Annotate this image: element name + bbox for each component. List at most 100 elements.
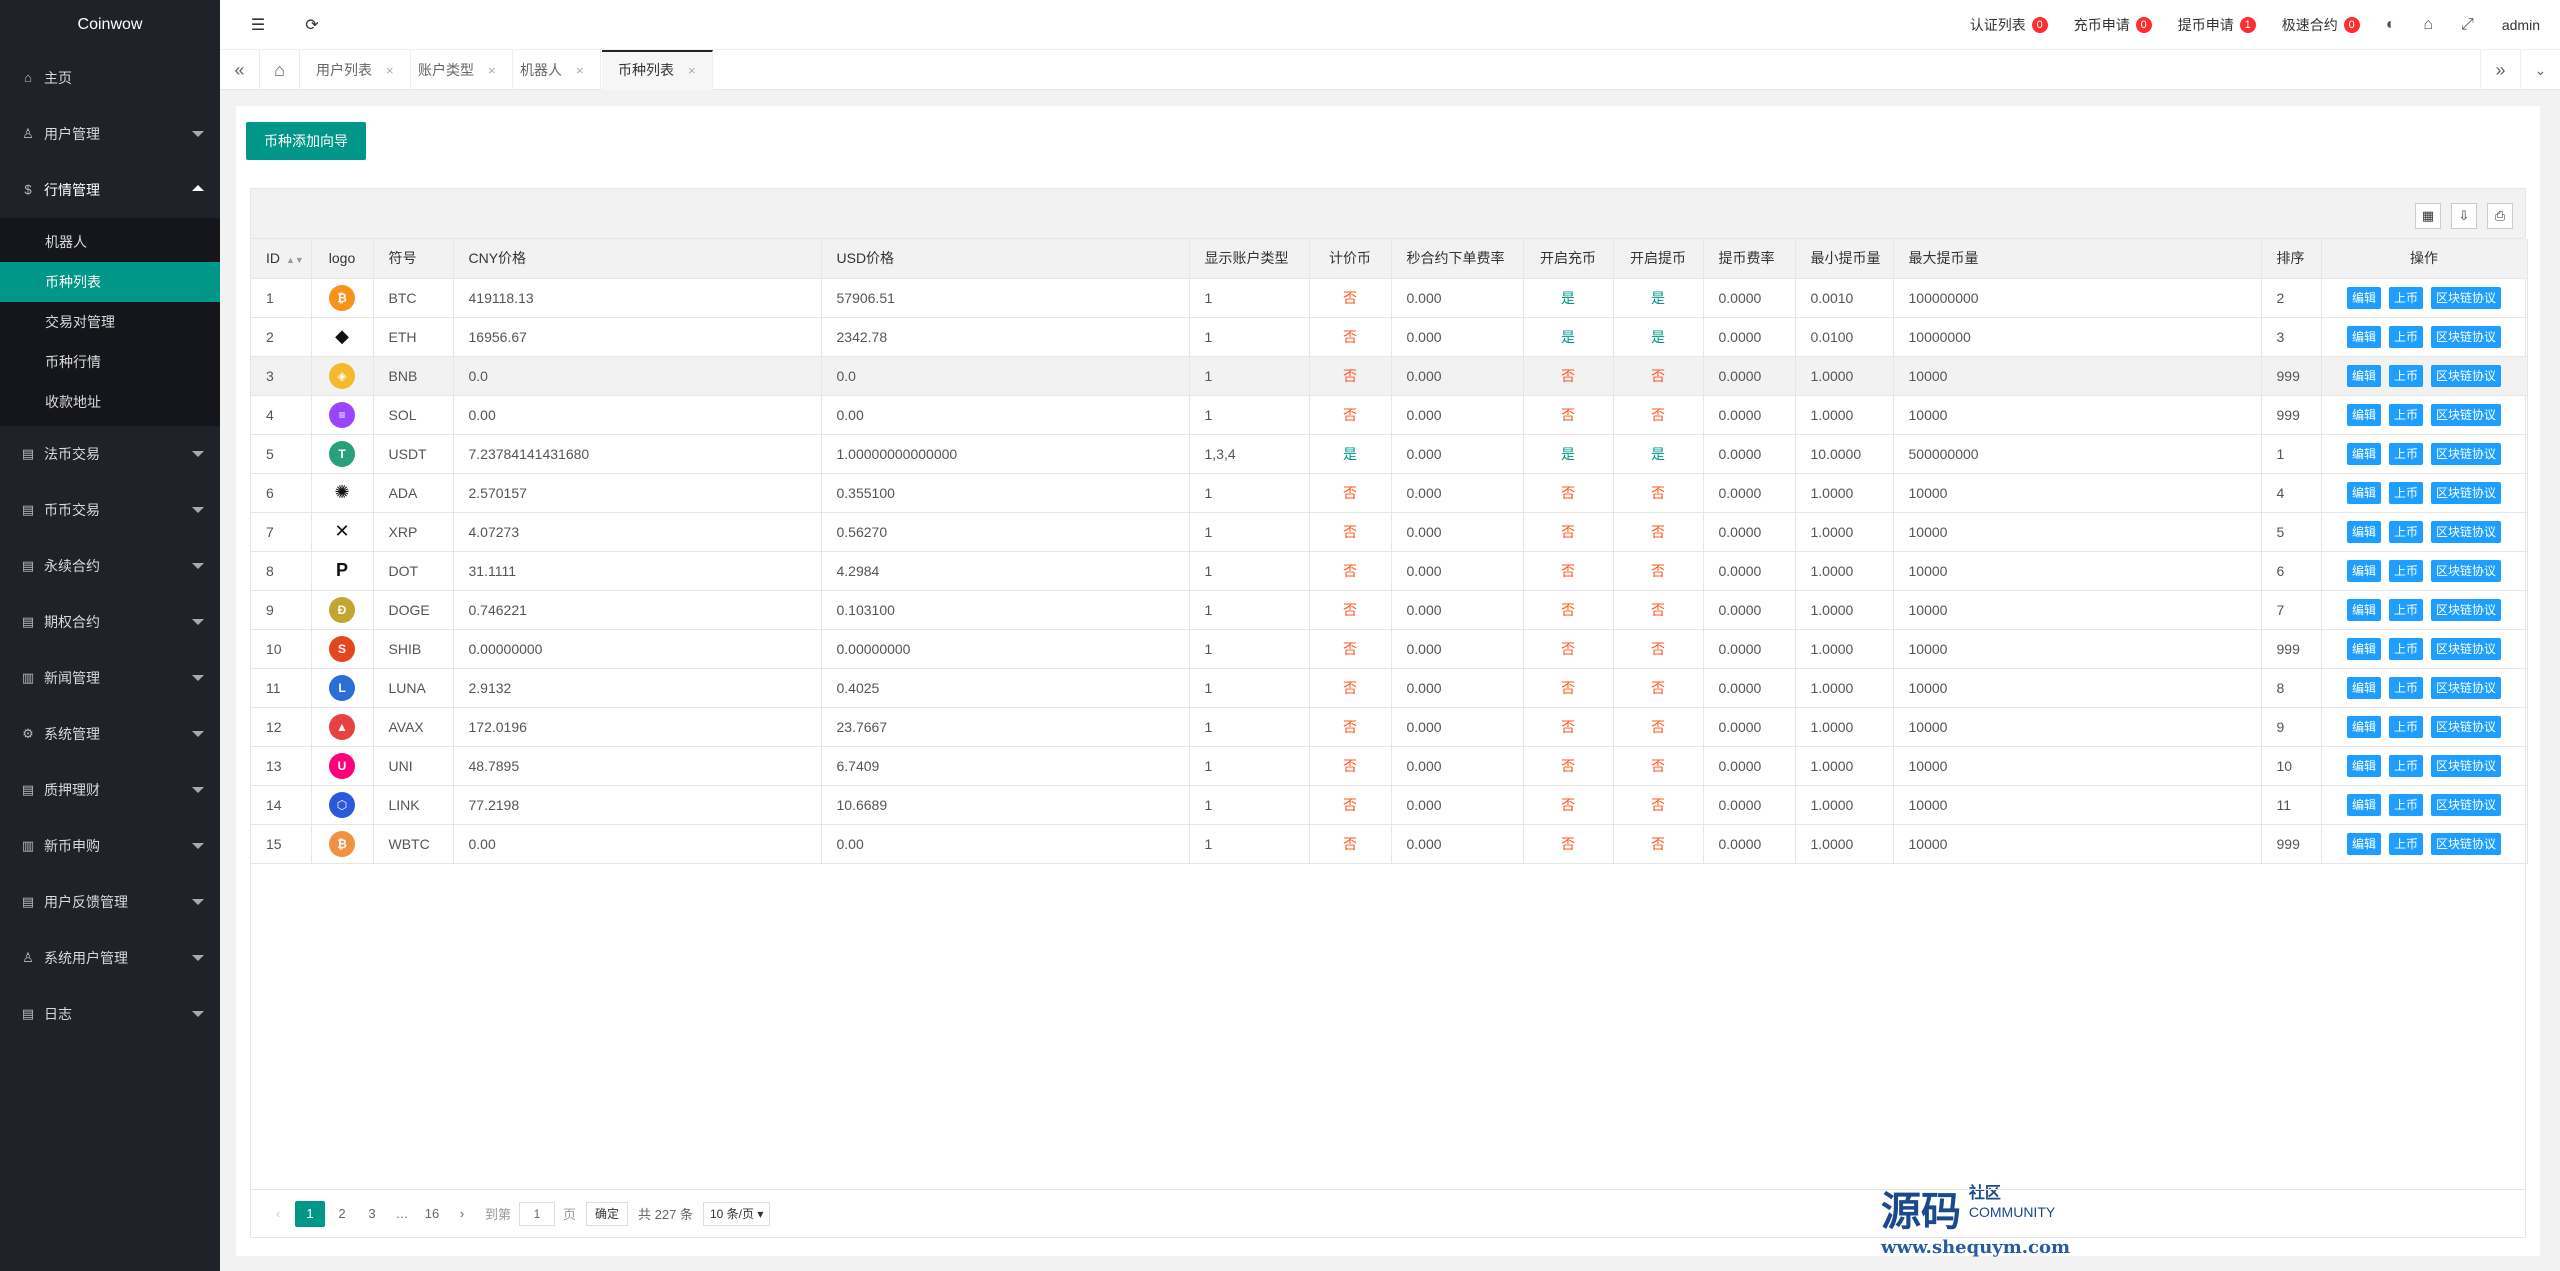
chain-protocol-button[interactable]: 区块链协议 bbox=[2431, 403, 2502, 426]
edit-button[interactable]: 编辑 bbox=[2346, 637, 2381, 660]
tabs-menu-icon[interactable]: ⌄ bbox=[2520, 50, 2560, 90]
table-row[interactable]: 8 P DOT 31.1111 4.2984 1 否 0.000 否 否 0.0… bbox=[251, 551, 2528, 591]
sidebar-item-12[interactable]: ♙ 系统用户管理 bbox=[0, 930, 220, 986]
list-coin-button[interactable]: 上币 bbox=[2388, 520, 2423, 543]
edit-button[interactable]: 编辑 bbox=[2346, 403, 2381, 426]
header-link-1[interactable]: 充币申请 0 bbox=[2074, 15, 2152, 35]
list-coin-button[interactable]: 上币 bbox=[2388, 481, 2423, 504]
tab-3[interactable]: 币种列表 × bbox=[602, 50, 713, 90]
add-coin-wizard-button[interactable]: 币种添加向导 bbox=[246, 122, 366, 160]
sidebar-item-4[interactable]: ▤ 币币交易 bbox=[0, 482, 220, 538]
header-link-0[interactable]: 认证列表 0 bbox=[1970, 15, 2048, 35]
export-icon[interactable]: ⇩ bbox=[2451, 203, 2477, 229]
close-icon[interactable]: × bbox=[386, 63, 394, 78]
list-coin-button[interactable]: 上币 bbox=[2388, 559, 2423, 582]
chain-protocol-button[interactable]: 区块链协议 bbox=[2431, 442, 2502, 465]
table-row[interactable]: 4 ≡ SOL 0.00 0.00 1 否 0.000 否 否 0.0000 1… bbox=[251, 395, 2528, 435]
edit-button[interactable]: 编辑 bbox=[2346, 793, 2381, 816]
table-row[interactable]: 2 ◆ ETH 16956.67 2342.78 1 否 0.000 是 是 0… bbox=[251, 317, 2528, 357]
list-coin-button[interactable]: 上币 bbox=[2388, 832, 2423, 855]
chain-protocol-button[interactable]: 区块链协议 bbox=[2431, 286, 2502, 309]
sidebar-item-11[interactable]: ▤ 用户反馈管理 bbox=[0, 874, 220, 930]
sidebar-item-10[interactable]: ▥ 新币申购 bbox=[0, 818, 220, 874]
list-coin-button[interactable]: 上币 bbox=[2388, 754, 2423, 777]
list-coin-button[interactable]: 上币 bbox=[2388, 637, 2423, 660]
sidebar-item-1[interactable]: ♙ 用户管理 bbox=[0, 106, 220, 162]
prev-page-icon[interactable]: ‹ bbox=[265, 1201, 291, 1227]
edit-button[interactable]: 编辑 bbox=[2346, 598, 2381, 621]
sort-icon[interactable]: ▲▼ bbox=[286, 255, 304, 265]
chain-protocol-button[interactable]: 区块链协议 bbox=[2431, 832, 2502, 855]
chain-protocol-button[interactable]: 区块链协议 bbox=[2431, 520, 2502, 543]
table-row[interactable]: 10 S SHIB 0.00000000 0.00000000 1 否 0.00… bbox=[251, 629, 2528, 669]
table-row[interactable]: 3 ◈ BNB 0.0 0.0 1 否 0.000 否 否 0.0000 1.0… bbox=[251, 356, 2528, 396]
chain-protocol-button[interactable]: 区块链协议 bbox=[2431, 793, 2502, 816]
chain-protocol-button[interactable]: 区块链协议 bbox=[2431, 676, 2502, 699]
edit-button[interactable]: 编辑 bbox=[2346, 325, 2381, 348]
table-row[interactable]: 1 ₿ BTC 419118.13 57906.51 1 否 0.000 是 是… bbox=[251, 278, 2528, 318]
list-coin-button[interactable]: 上币 bbox=[2388, 325, 2423, 348]
chain-protocol-button[interactable]: 区块链协议 bbox=[2431, 559, 2502, 582]
edit-button[interactable]: 编辑 bbox=[2346, 442, 2381, 465]
list-coin-button[interactable]: 上币 bbox=[2388, 715, 2423, 738]
header-link-3[interactable]: 极速合约 0 bbox=[2282, 15, 2360, 35]
print-icon[interactable]: ⎙ bbox=[2487, 203, 2513, 229]
theme-icon[interactable]: ◐ bbox=[2386, 16, 2396, 34]
table-row[interactable]: 15 ₿ WBTC 0.00 0.00 1 否 0.000 否 否 0.0000… bbox=[251, 824, 2528, 864]
chain-protocol-button[interactable]: 区块链协议 bbox=[2431, 754, 2502, 777]
sidebar-subitem-4[interactable]: 收款地址 bbox=[0, 382, 220, 422]
sidebar-item-9[interactable]: ▤ 质押理财 bbox=[0, 762, 220, 818]
refresh-icon[interactable]: ⟳ bbox=[302, 15, 322, 35]
admin-user[interactable]: admin bbox=[2502, 17, 2540, 33]
edit-button[interactable]: 编辑 bbox=[2346, 715, 2381, 738]
chain-protocol-button[interactable]: 区块链协议 bbox=[2431, 715, 2502, 738]
edit-button[interactable]: 编辑 bbox=[2346, 364, 2381, 387]
goto-page-input[interactable]: 1 bbox=[519, 1201, 556, 1226]
edit-button[interactable]: 编辑 bbox=[2346, 481, 2381, 504]
sidebar-item-3[interactable]: ▤ 法币交易 bbox=[0, 426, 220, 482]
column-header-0[interactable]: ID ▲▼ bbox=[251, 239, 312, 279]
tag-icon[interactable]: ⌂ bbox=[2423, 16, 2433, 34]
chain-protocol-button[interactable]: 区块链协议 bbox=[2431, 598, 2502, 621]
edit-button[interactable]: 编辑 bbox=[2346, 754, 2381, 777]
next-page-icon[interactable]: › bbox=[449, 1201, 475, 1227]
list-coin-button[interactable]: 上币 bbox=[2388, 793, 2423, 816]
fullscreen-icon[interactable]: ⤢ bbox=[2461, 16, 2474, 34]
sidebar-item-7[interactable]: ▥ 新闻管理 bbox=[0, 650, 220, 706]
list-coin-button[interactable]: 上币 bbox=[2388, 676, 2423, 699]
page-1[interactable]: 2 bbox=[329, 1201, 355, 1227]
list-coin-button[interactable]: 上币 bbox=[2388, 286, 2423, 309]
close-icon[interactable]: × bbox=[488, 63, 496, 78]
tab-1[interactable]: 账户类型 × bbox=[402, 50, 513, 90]
list-coin-button[interactable]: 上币 bbox=[2388, 364, 2423, 387]
sidebar-item-0[interactable]: ⌂ 主页 bbox=[0, 50, 220, 106]
page-4[interactable]: 16 bbox=[419, 1201, 445, 1227]
sidebar-item-13[interactable]: ▤ 日志 bbox=[0, 986, 220, 1042]
list-coin-button[interactable]: 上币 bbox=[2388, 598, 2423, 621]
per-page-select[interactable]: 10 条/页 ▾ bbox=[702, 1201, 771, 1226]
page-2[interactable]: 3 bbox=[359, 1201, 385, 1227]
columns-filter-icon[interactable]: ▦ bbox=[2415, 203, 2441, 229]
tab-2[interactable]: 机器人 × bbox=[504, 50, 601, 90]
table-row[interactable]: 12 ▲ AVAX 172.0196 23.7667 1 否 0.000 否 否… bbox=[251, 707, 2528, 747]
sidebar-subitem-0[interactable]: 机器人 bbox=[0, 222, 220, 262]
sidebar-subitem-3[interactable]: 币种行情 bbox=[0, 342, 220, 382]
tabs-scroll-right-icon[interactable]: » bbox=[2480, 50, 2520, 90]
goto-confirm-button[interactable]: 确定 bbox=[586, 1201, 629, 1226]
table-row[interactable]: 11 L LUNA 2.9132 0.4025 1 否 0.000 否 否 0.… bbox=[251, 668, 2528, 708]
chain-protocol-button[interactable]: 区块链协议 bbox=[2431, 364, 2502, 387]
edit-button[interactable]: 编辑 bbox=[2346, 676, 2381, 699]
tab-0[interactable]: 用户列表 × bbox=[300, 50, 411, 90]
sidebar-item-5[interactable]: ▤ 永续合约 bbox=[0, 538, 220, 594]
edit-button[interactable]: 编辑 bbox=[2346, 286, 2381, 309]
edit-button[interactable]: 编辑 bbox=[2346, 559, 2381, 582]
chain-protocol-button[interactable]: 区块链协议 bbox=[2431, 481, 2502, 504]
menu-toggle-icon[interactable]: ☰ bbox=[248, 15, 268, 35]
table-row[interactable]: 6 ✺ ADA 2.570157 0.355100 1 否 0.000 否 否 … bbox=[251, 473, 2528, 513]
table-row[interactable]: 5 T USDT 7.23784141431680 1.000000000000… bbox=[251, 434, 2528, 474]
sidebar-item-6[interactable]: ▤ 期权合约 bbox=[0, 594, 220, 650]
table-row[interactable]: 14 ⬡ LINK 77.2198 10.6689 1 否 0.000 否 否 … bbox=[251, 785, 2528, 825]
sidebar-subitem-2[interactable]: 交易对管理 bbox=[0, 302, 220, 342]
table-row[interactable]: 13 U UNI 48.7895 6.7409 1 否 0.000 否 否 0.… bbox=[251, 746, 2528, 786]
tabs-scroll-left-icon[interactable]: « bbox=[220, 50, 260, 90]
